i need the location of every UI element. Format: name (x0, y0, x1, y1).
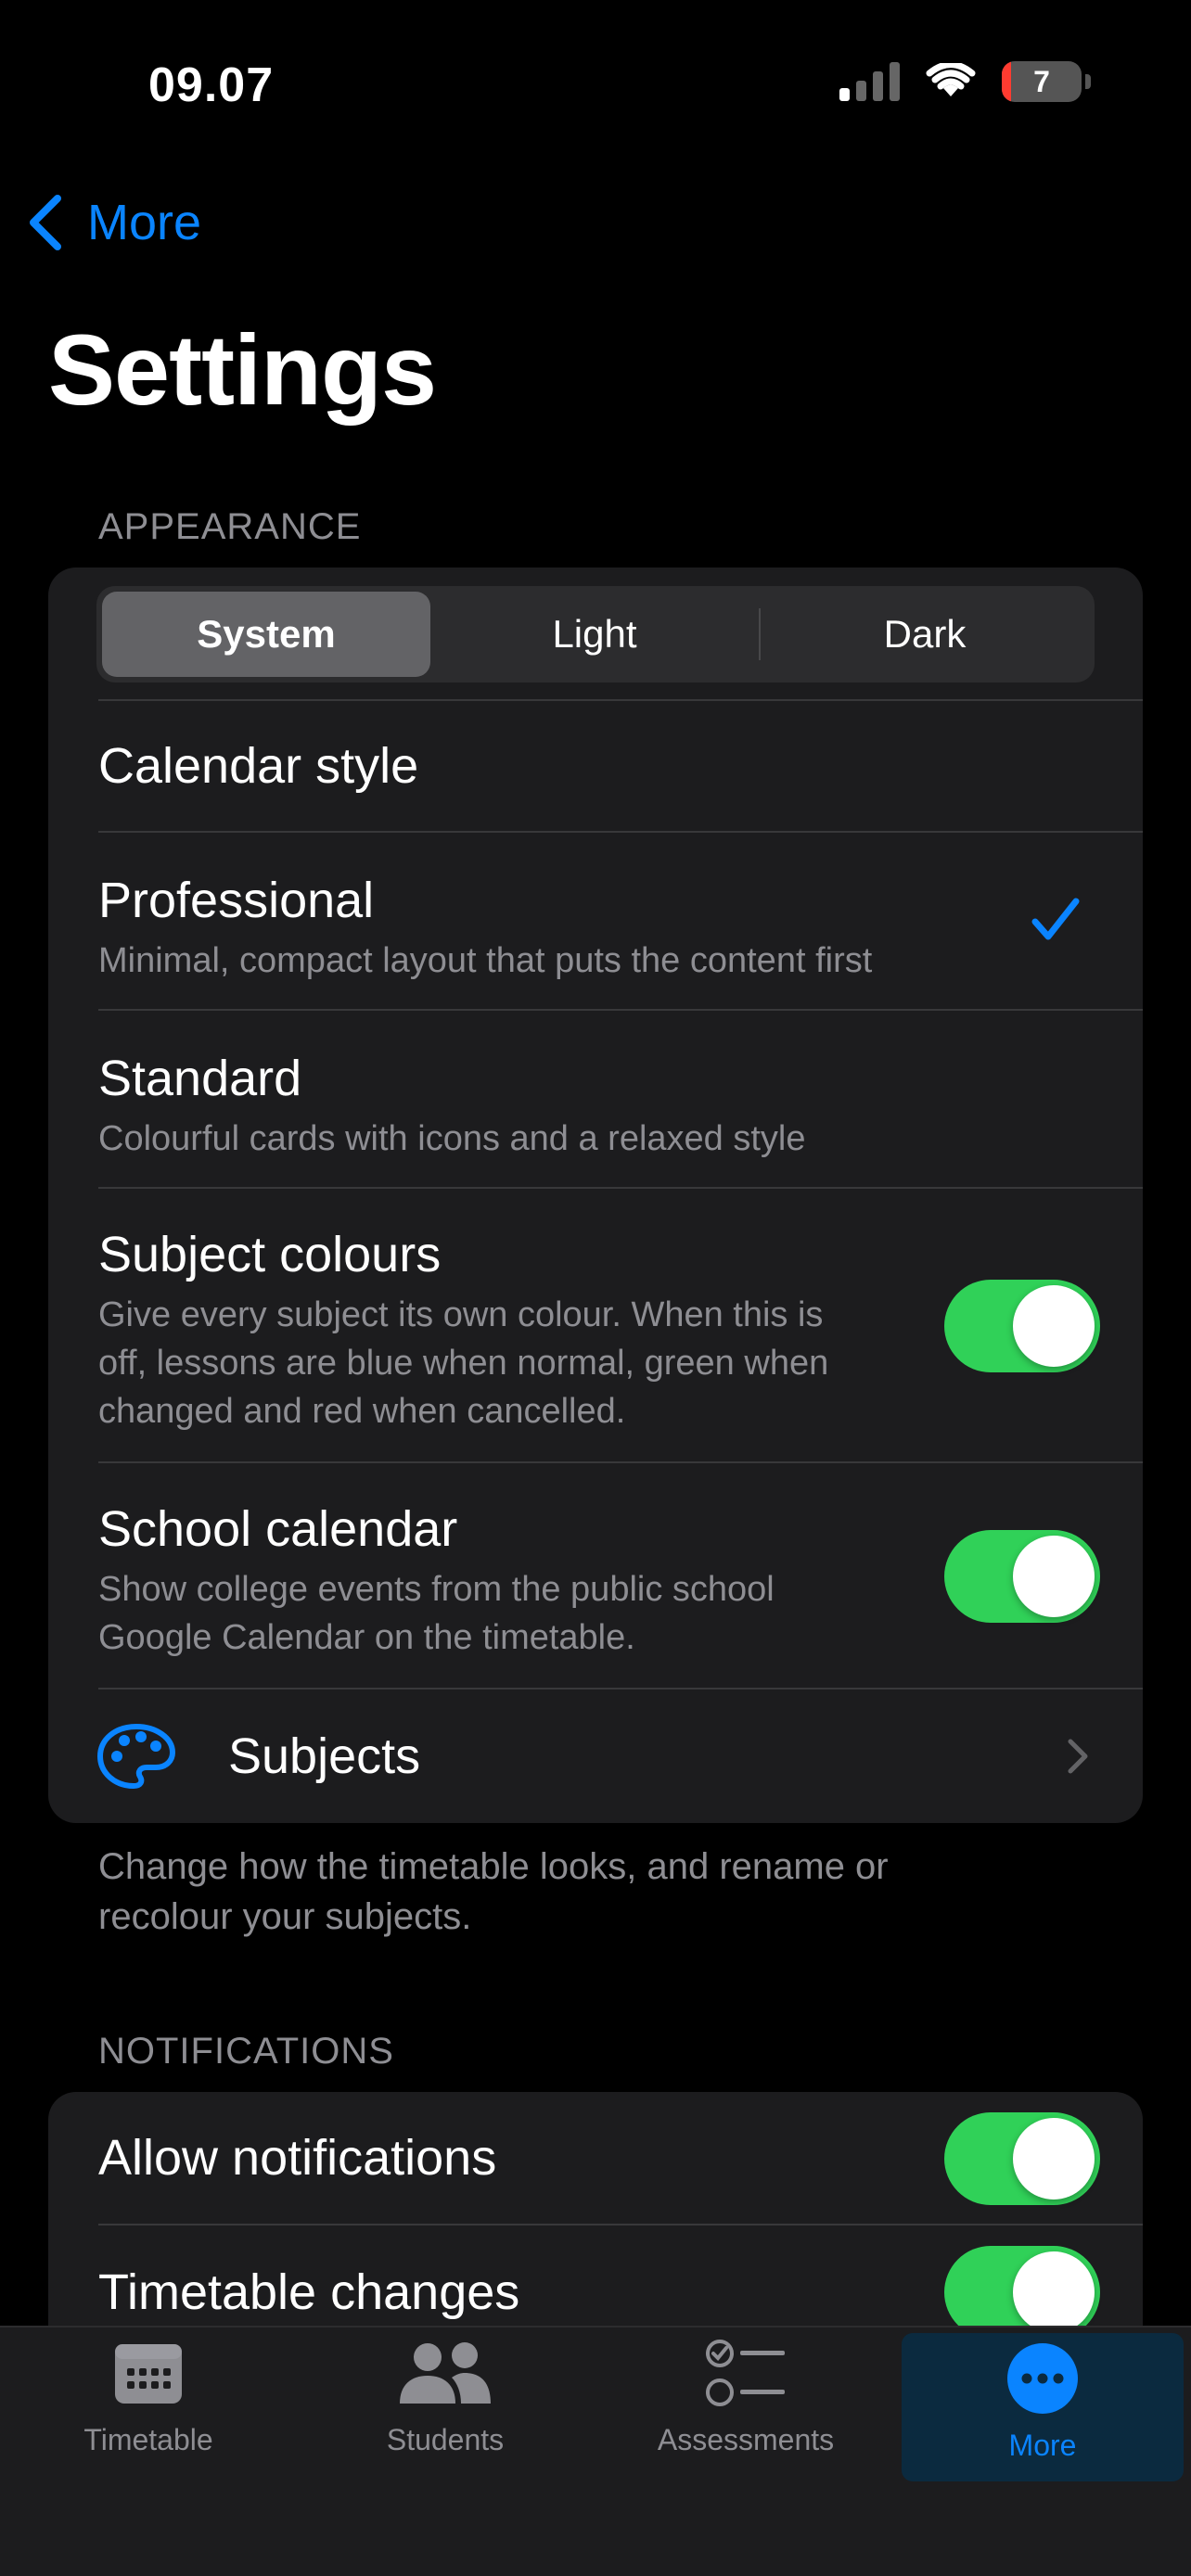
battery-level: 7 (1033, 64, 1050, 98)
professional-option[interactable]: Professional Minimal, compact layout tha… (98, 833, 1143, 1011)
timetable-changes-toggle[interactable] (944, 2246, 1100, 2339)
appearance-header: APPEARANCE (98, 506, 362, 547)
page-title: Settings (48, 313, 437, 426)
subjects-row[interactable]: Subjects (97, 1690, 1143, 1823)
tab-more-label: More (1008, 2429, 1077, 2462)
tab-students[interactable]: Students (325, 2327, 566, 2476)
subject-colours-toggle[interactable] (944, 1280, 1100, 1372)
standard-subtitle: Colourful cards with icons and a relaxed… (98, 1119, 806, 1158)
palette-icon (97, 1724, 175, 1789)
checklist-icon (706, 2340, 785, 2406)
segment-light[interactable]: Light (430, 592, 759, 677)
segment-system[interactable]: System (102, 592, 430, 677)
standard-option[interactable]: Standard Colourful cards with icons and … (98, 1011, 1143, 1189)
school-calendar-row: School calendar Show college events from… (98, 1463, 1143, 1690)
tab-timetable[interactable]: Timetable (28, 2327, 269, 2476)
back-label: More (87, 195, 202, 250)
tab-timetable-label: Timetable (83, 2423, 213, 2456)
theme-segmented-control[interactable]: System Light Dark (96, 586, 1095, 682)
cellular-signal-icon (839, 62, 900, 101)
wifi-icon (926, 63, 976, 96)
tab-bar: Timetable Students Assessments More (0, 2326, 1191, 2576)
tab-assessments-label: Assessments (657, 2423, 835, 2456)
school-calendar-toggle[interactable] (944, 1530, 1100, 1623)
calendar-icon (115, 2344, 182, 2404)
battery-indicator: 7 (1002, 61, 1091, 102)
calendar-style-row: Calendar style (98, 701, 1143, 833)
tab-assessments[interactable]: Assessments (621, 2327, 870, 2476)
notifications-header: NOTIFICATIONS (98, 2031, 394, 2072)
subject-colours-row: Subject colours Give every subject its o… (98, 1189, 1143, 1463)
school-calendar-title: School calendar (98, 1501, 458, 1557)
standard-title: Standard (98, 1051, 302, 1106)
allow-notifications-row: Allow notifications (98, 2092, 1143, 2225)
theme-row: System Light Dark (96, 567, 1143, 701)
chevron-left-icon (30, 195, 61, 250)
people-icon (400, 2342, 491, 2404)
subject-colours-title: Subject colours (98, 1227, 442, 1282)
appearance-footer: Change how the timetable looks, and rena… (98, 1846, 889, 1937)
appearance-group: System Light Dark Calendar style Profess… (48, 567, 1143, 1823)
battery-icon: 7 (1002, 61, 1082, 102)
chevron-right-icon (1068, 1739, 1088, 1774)
allow-notifications-toggle[interactable] (944, 2112, 1100, 2205)
status-time: 09.07 (148, 58, 275, 112)
back-button[interactable]: More (26, 193, 201, 252)
allow-notifications-title: Allow notifications (98, 2130, 497, 2186)
professional-subtitle: Minimal, compact layout that puts the co… (98, 941, 873, 980)
timetable-changes-title: Timetable changes (98, 2264, 520, 2320)
calendar-style-label: Calendar style (98, 738, 419, 794)
more-icon (1007, 2343, 1078, 2414)
subjects-title: Subjects (228, 1728, 421, 1784)
segment-dark[interactable]: Dark (761, 592, 1089, 677)
tab-students-label: Students (386, 2423, 505, 2456)
status-indicators: 7 (839, 61, 1091, 102)
tab-more[interactable]: More (902, 2333, 1184, 2481)
checkmark-icon (1031, 898, 1080, 940)
professional-title: Professional (98, 873, 375, 928)
